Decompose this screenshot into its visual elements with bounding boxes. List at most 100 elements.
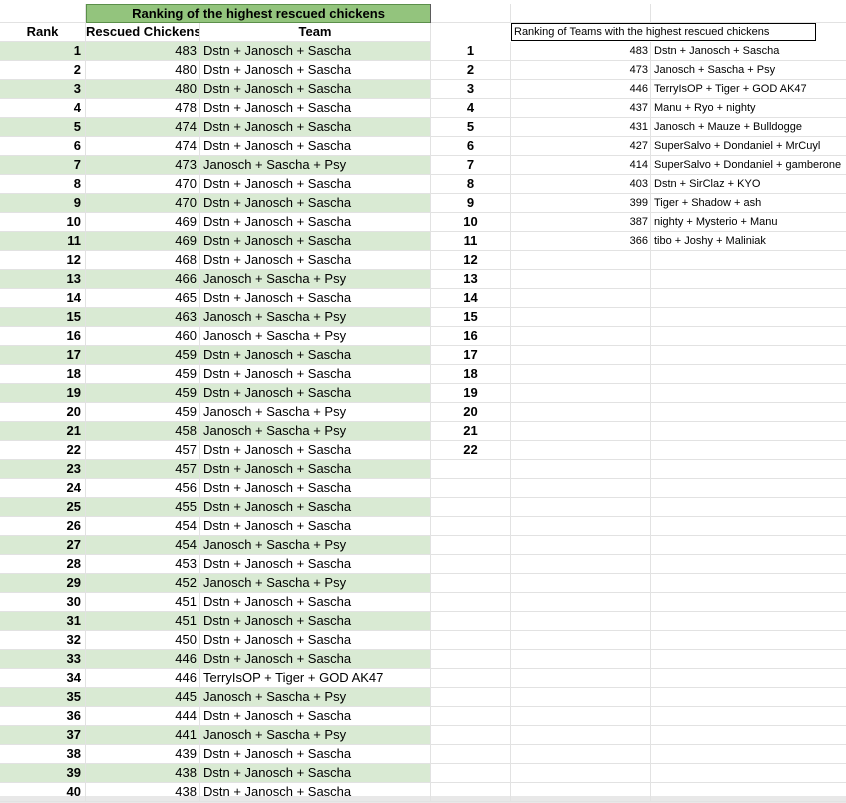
chickens-cell[interactable]: 483 — [86, 42, 200, 61]
empty-cell[interactable] — [651, 745, 846, 764]
rank-cell[interactable]: 38 — [0, 745, 86, 764]
team-rank-cell[interactable]: 4 — [431, 99, 511, 118]
rank-cell[interactable]: 32 — [0, 631, 86, 650]
team-cell[interactable]: Janosch + Sascha + Psy — [200, 403, 431, 422]
team-name-cell[interactable]: Dstn + SirClaz + KYO — [651, 175, 846, 194]
chickens-cell[interactable]: 470 — [86, 175, 200, 194]
chickens-cell[interactable]: 468 — [86, 251, 200, 270]
chickens-cell[interactable]: 480 — [86, 80, 200, 99]
chickens-cell[interactable]: 459 — [86, 365, 200, 384]
rank-cell[interactable]: 22 — [0, 441, 86, 460]
rank-cell[interactable]: 28 — [0, 555, 86, 574]
team-name-cell[interactable] — [651, 327, 846, 346]
chickens-cell[interactable]: 465 — [86, 289, 200, 308]
team-name-cell[interactable]: Janosch + Mauze + Bulldogge — [651, 118, 846, 137]
chickens-cell[interactable]: 459 — [86, 403, 200, 422]
chickens-cell[interactable]: 454 — [86, 536, 200, 555]
rank-cell[interactable]: 24 — [0, 479, 86, 498]
chickens-cell[interactable]: 438 — [86, 783, 200, 802]
team-rank-cell[interactable]: 20 — [431, 403, 511, 422]
team-cell[interactable]: Dstn + Janosch + Sascha — [200, 118, 431, 137]
team-rank-cell[interactable]: 1 — [431, 42, 511, 61]
rank-cell[interactable]: 1 — [0, 42, 86, 61]
team-name-cell[interactable]: Janosch + Sascha + Psy — [651, 61, 846, 80]
team-chickens-cell[interactable]: 427 — [511, 137, 651, 156]
rank-cell[interactable]: 21 — [0, 422, 86, 441]
team-rank-cell[interactable]: 18 — [431, 365, 511, 384]
team-cell[interactable]: Dstn + Janosch + Sascha — [200, 517, 431, 536]
chickens-cell[interactable]: 470 — [86, 194, 200, 213]
team-cell[interactable]: Dstn + Janosch + Sascha — [200, 593, 431, 612]
chickens-cell[interactable]: 480 — [86, 61, 200, 80]
team-chickens-cell[interactable] — [511, 308, 651, 327]
empty-cell[interactable] — [431, 764, 511, 783]
team-rank-cell[interactable]: 5 — [431, 118, 511, 137]
team-rank-cell[interactable]: 10 — [431, 213, 511, 232]
rank-cell[interactable]: 2 — [0, 61, 86, 80]
empty-cell[interactable] — [511, 498, 651, 517]
team-cell[interactable]: Dstn + Janosch + Sascha — [200, 650, 431, 669]
chickens-cell[interactable]: 473 — [86, 156, 200, 175]
empty-cell[interactable] — [431, 593, 511, 612]
empty-cell[interactable] — [511, 631, 651, 650]
empty-cell[interactable] — [431, 745, 511, 764]
rank-cell[interactable]: 4 — [0, 99, 86, 118]
team-chickens-cell[interactable] — [511, 384, 651, 403]
team-cell[interactable]: Janosch + Sascha + Psy — [200, 726, 431, 745]
team-cell[interactable]: Dstn + Janosch + Sascha — [200, 213, 431, 232]
empty-cell[interactable] — [511, 536, 651, 555]
rank-cell[interactable]: 10 — [0, 213, 86, 232]
team-rank-cell[interactable]: 16 — [431, 327, 511, 346]
team-rank-cell[interactable]: 21 — [431, 422, 511, 441]
team-name-cell[interactable] — [651, 365, 846, 384]
rank-cell[interactable]: 19 — [0, 384, 86, 403]
team-name-cell[interactable] — [651, 270, 846, 289]
team-rank-cell[interactable]: 13 — [431, 270, 511, 289]
team-chickens-cell[interactable] — [511, 441, 651, 460]
rank-cell[interactable]: 27 — [0, 536, 86, 555]
team-chickens-cell[interactable]: 437 — [511, 99, 651, 118]
rank-cell[interactable]: 25 — [0, 498, 86, 517]
team-chickens-cell[interactable]: 366 — [511, 232, 651, 251]
empty-cell[interactable] — [511, 574, 651, 593]
team-chickens-cell[interactable] — [511, 251, 651, 270]
empty-cell[interactable] — [431, 555, 511, 574]
team-name-cell[interactable]: tibo + Joshy + Maliniak — [651, 232, 846, 251]
team-cell[interactable]: Dstn + Janosch + Sascha — [200, 498, 431, 517]
chickens-cell[interactable]: 456 — [86, 479, 200, 498]
team-cell[interactable]: Dstn + Janosch + Sascha — [200, 346, 431, 365]
chickens-cell[interactable]: 474 — [86, 118, 200, 137]
chickens-cell[interactable]: 478 — [86, 99, 200, 118]
team-cell[interactable]: Janosch + Sascha + Psy — [200, 156, 431, 175]
team-cell[interactable]: Dstn + Janosch + Sascha — [200, 555, 431, 574]
empty-cell[interactable] — [511, 555, 651, 574]
team-cell[interactable]: Dstn + Janosch + Sascha — [200, 194, 431, 213]
rank-cell[interactable]: 33 — [0, 650, 86, 669]
team-name-cell[interactable] — [651, 308, 846, 327]
right-table-title[interactable]: Ranking of Teams with the highest rescue… — [511, 23, 816, 41]
empty-cell[interactable] — [431, 517, 511, 536]
empty-cell[interactable] — [651, 517, 846, 536]
team-cell[interactable]: Dstn + Janosch + Sascha — [200, 631, 431, 650]
team-rank-cell[interactable]: 3 — [431, 80, 511, 99]
team-chickens-cell[interactable]: 473 — [511, 61, 651, 80]
chickens-cell[interactable]: 469 — [86, 232, 200, 251]
team-name-cell[interactable]: SuperSalvo + Dondaniel + MrCuyl — [651, 137, 846, 156]
team-cell[interactable]: Dstn + Janosch + Sascha — [200, 764, 431, 783]
team-cell[interactable]: Dstn + Janosch + Sascha — [200, 745, 431, 764]
team-name-cell[interactable] — [651, 384, 846, 403]
team-name-cell[interactable]: TerryIsOP + Tiger + GOD AK47 — [651, 80, 846, 99]
team-name-cell[interactable]: SuperSalvo + Dondaniel + gamberone — [651, 156, 846, 175]
chickens-cell[interactable]: 451 — [86, 593, 200, 612]
chickens-cell[interactable]: 452 — [86, 574, 200, 593]
rank-cell[interactable]: 26 — [0, 517, 86, 536]
team-chickens-cell[interactable] — [511, 270, 651, 289]
team-cell[interactable]: Dstn + Janosch + Sascha — [200, 42, 431, 61]
team-rank-cell[interactable]: 17 — [431, 346, 511, 365]
rank-cell[interactable]: 36 — [0, 707, 86, 726]
team-rank-cell[interactable]: 2 — [431, 61, 511, 80]
team-cell[interactable]: Dstn + Janosch + Sascha — [200, 61, 431, 80]
team-chickens-cell[interactable] — [511, 327, 651, 346]
empty-cell[interactable] — [651, 612, 846, 631]
empty-cell[interactable] — [651, 593, 846, 612]
